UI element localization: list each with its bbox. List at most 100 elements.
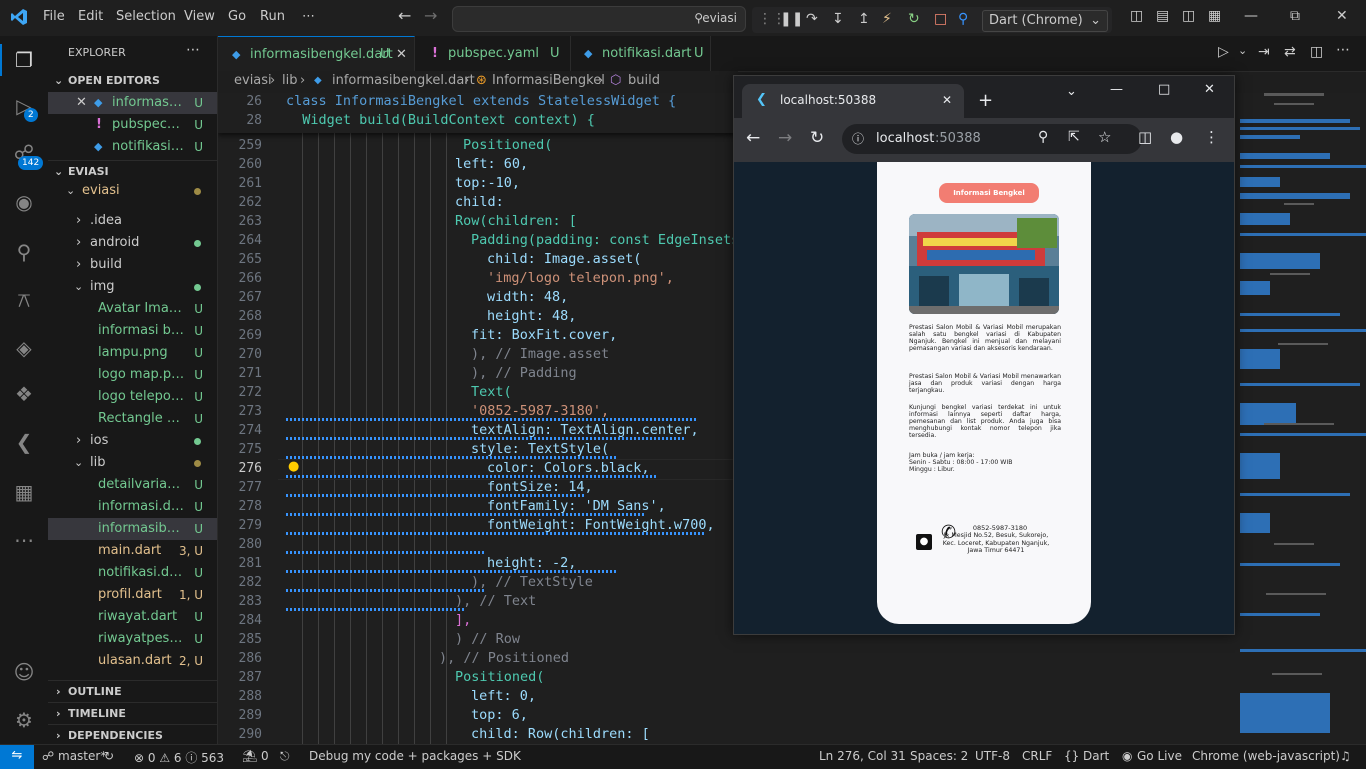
chevron-down-icon[interactable]: ⌄ — [1238, 44, 1247, 57]
more-icon[interactable]: ⋯ — [12, 528, 36, 552]
address-bar[interactable]: ⓘ localhost :50388 ⚲ ⇱ ☆ — [842, 124, 1142, 154]
forward-arrow-icon[interactable]: → — [778, 128, 792, 148]
extensions-icon[interactable]: ▦ — [12, 480, 36, 504]
chrome-menu-icon[interactable]: ⋮ — [1204, 128, 1219, 146]
database-icon[interactable]: ⚻ — [12, 288, 36, 312]
breadcrumb-item[interactable]: eviasi — [234, 71, 272, 91]
profile-icon[interactable]: ● — [1170, 128, 1183, 146]
split-editor-icon[interactable]: ◫ — [1310, 44, 1323, 60]
tab-pubspec[interactable]: ! pubspec.yaml U — [414, 36, 571, 71]
tab-search-icon[interactable]: ⌄ — [1066, 84, 1077, 99]
open-changes-icon[interactable]: ⇥ — [1258, 44, 1270, 60]
tree-file[interactable]: Rectangle 1.p... U — [48, 408, 217, 430]
tree-folder[interactable]: › build — [48, 254, 217, 276]
account-icon[interactable]: ☺ — [12, 660, 36, 684]
ports-indicator[interactable]: ⛱ 0 — [242, 749, 269, 763]
zoom-icon[interactable]: ⚲ — [1038, 129, 1048, 145]
restart-icon[interactable]: ↻ — [908, 11, 920, 27]
minimap[interactable] — [1234, 93, 1366, 744]
breadcrumb-item[interactable]: lib — [282, 71, 297, 91]
menu-file[interactable]: File — [43, 9, 65, 24]
go-live[interactable]: Go Live — [1137, 749, 1182, 763]
step-over-icon[interactable]: ↷ — [806, 11, 818, 27]
github-icon[interactable]: ◉ — [12, 190, 36, 214]
open-editor-item[interactable]: ! pubspec.ya... U — [48, 114, 217, 136]
tree-file[interactable]: informasi ben... U — [48, 320, 217, 342]
tree-folder[interactable]: › android — [48, 232, 217, 254]
close-window-icon[interactable]: ✕ — [1204, 82, 1215, 97]
pause-icon[interactable]: ❚❚ — [780, 11, 803, 27]
share-icon[interactable]: ⇱ — [1068, 129, 1080, 145]
new-tab-icon[interactable]: + — [978, 90, 993, 111]
tree-file[interactable]: logo telepon.... U — [48, 386, 217, 408]
debug-config[interactable]: Debug my code + packages + SDK — [309, 749, 521, 763]
cursor-position[interactable]: Ln 276, Col 31 — [819, 749, 906, 763]
breadcrumb-item[interactable]: informasibengkel.dart — [332, 71, 475, 91]
toggle-panel-icon[interactable]: ▤ — [1156, 8, 1169, 24]
tab-informasibengkel[interactable]: ◆ informasibengkel.dart U ✕ — [218, 36, 415, 72]
problems-indicator[interactable]: ⊗ 0 ⚠ 6 ⓘ 563 — [134, 749, 224, 766]
tree-folder[interactable]: ⌄ img — [48, 276, 217, 298]
stop-icon[interactable]: □ — [934, 11, 947, 27]
timeline-header[interactable]: › TIMELINE — [48, 702, 217, 725]
tree-file[interactable]: riwayat.dart U — [48, 606, 217, 628]
dependencies-header[interactable]: › DEPENDENCIES — [48, 724, 217, 744]
sync-icon[interactable]: ↻ — [104, 749, 114, 763]
customize-layout-icon[interactable]: ▦ — [1208, 8, 1221, 24]
open-editor-item[interactable]: ✕ ◆ informasib... U — [48, 92, 217, 114]
run-icon[interactable]: ▷ — [1218, 44, 1229, 60]
command-center-search[interactable]: ⚲ eviasi — [452, 6, 746, 32]
menu-go[interactable]: Go — [228, 9, 246, 24]
close-window-icon[interactable]: ✕ — [1336, 8, 1348, 24]
side-panel-icon[interactable]: ◫ — [1138, 128, 1152, 146]
breadcrumb-item[interactable]: build — [628, 71, 660, 91]
more-actions-icon[interactable]: ⋯ — [1336, 42, 1350, 58]
testing-icon[interactable]: ⚲ — [12, 240, 36, 264]
tree-file[interactable]: profil.dart 1, U — [48, 584, 217, 606]
minimize-icon[interactable]: — — [1110, 82, 1123, 97]
open-editors-header[interactable]: ⌄ OPEN EDITORS — [48, 70, 217, 92]
encoding[interactable]: UTF-8 — [975, 749, 1010, 763]
explorer-icon[interactable]: ❐ — [12, 48, 36, 72]
tree-file[interactable]: logo map.png U — [48, 364, 217, 386]
step-out-icon[interactable]: ↥ — [858, 11, 870, 27]
tree-folder[interactable]: › ios — [48, 430, 217, 452]
tree-file[interactable]: lampu.png U — [48, 342, 217, 364]
tree-folder[interactable]: ⌄ lib — [48, 452, 217, 474]
tree-file[interactable]: riwayatpesan... U — [48, 628, 217, 650]
menu-view[interactable]: View — [184, 9, 215, 24]
flutter-device[interactable]: Chrome (web-javascript) — [1192, 749, 1340, 763]
tree-folder[interactable]: › .idea — [48, 210, 217, 232]
menu-edit[interactable]: Edit — [78, 9, 103, 24]
minimize-icon[interactable]: — — [1244, 8, 1258, 24]
debug-target-select[interactable]: Dart (Chrome) ⌄ — [982, 10, 1108, 32]
flutter-icon[interactable]: ❮ — [12, 430, 36, 454]
tree-file[interactable]: main.dart 3, U — [48, 540, 217, 562]
outline-header[interactable]: › OUTLINE — [48, 680, 217, 703]
tree-file[interactable]: notifikasi.dart U — [48, 562, 217, 584]
step-into-icon[interactable]: ↧ — [832, 11, 844, 27]
menu-more[interactable]: ⋯ — [302, 9, 315, 24]
toggle-sidebar-icon[interactable]: ◫ — [1130, 8, 1143, 24]
bookmark-star-icon[interactable]: ☆ — [1098, 128, 1111, 146]
site-info-icon[interactable]: ⓘ — [852, 130, 864, 147]
open-editor-item[interactable]: ◆ notifikasi.d... U — [48, 136, 217, 158]
tree-file[interactable]: detailvariasi.d... U — [48, 474, 217, 496]
devtools-icon[interactable]: ⚲ — [958, 11, 968, 27]
back-arrow-icon[interactable]: ← — [398, 6, 411, 25]
breadcrumb-item[interactable]: InformasiBengkel — [492, 71, 605, 91]
git-branch[interactable]: master* — [58, 749, 106, 763]
close-tab-icon[interactable]: ✕ — [942, 93, 952, 107]
browser-tab[interactable]: ❮ localhost:50388 ✕ — [742, 84, 964, 118]
tree-file-selected[interactable]: informasiben... U — [48, 518, 217, 540]
menu-run[interactable]: Run — [260, 9, 285, 24]
figma-icon[interactable]: ❖ — [12, 382, 36, 406]
line-ending[interactable]: CRLF — [1022, 749, 1052, 763]
menu-selection[interactable]: Selection — [116, 9, 176, 24]
tree-folder[interactable]: ⌄ eviasi — [48, 180, 217, 202]
back-arrow-icon[interactable]: ← — [746, 128, 760, 148]
close-icon[interactable]: ✕ — [76, 92, 87, 114]
settings-gear-icon[interactable]: ⚙ — [12, 708, 36, 732]
tree-file[interactable]: informasi.dart U — [48, 496, 217, 518]
explorer-more-icon[interactable]: ⋯ — [186, 42, 200, 58]
